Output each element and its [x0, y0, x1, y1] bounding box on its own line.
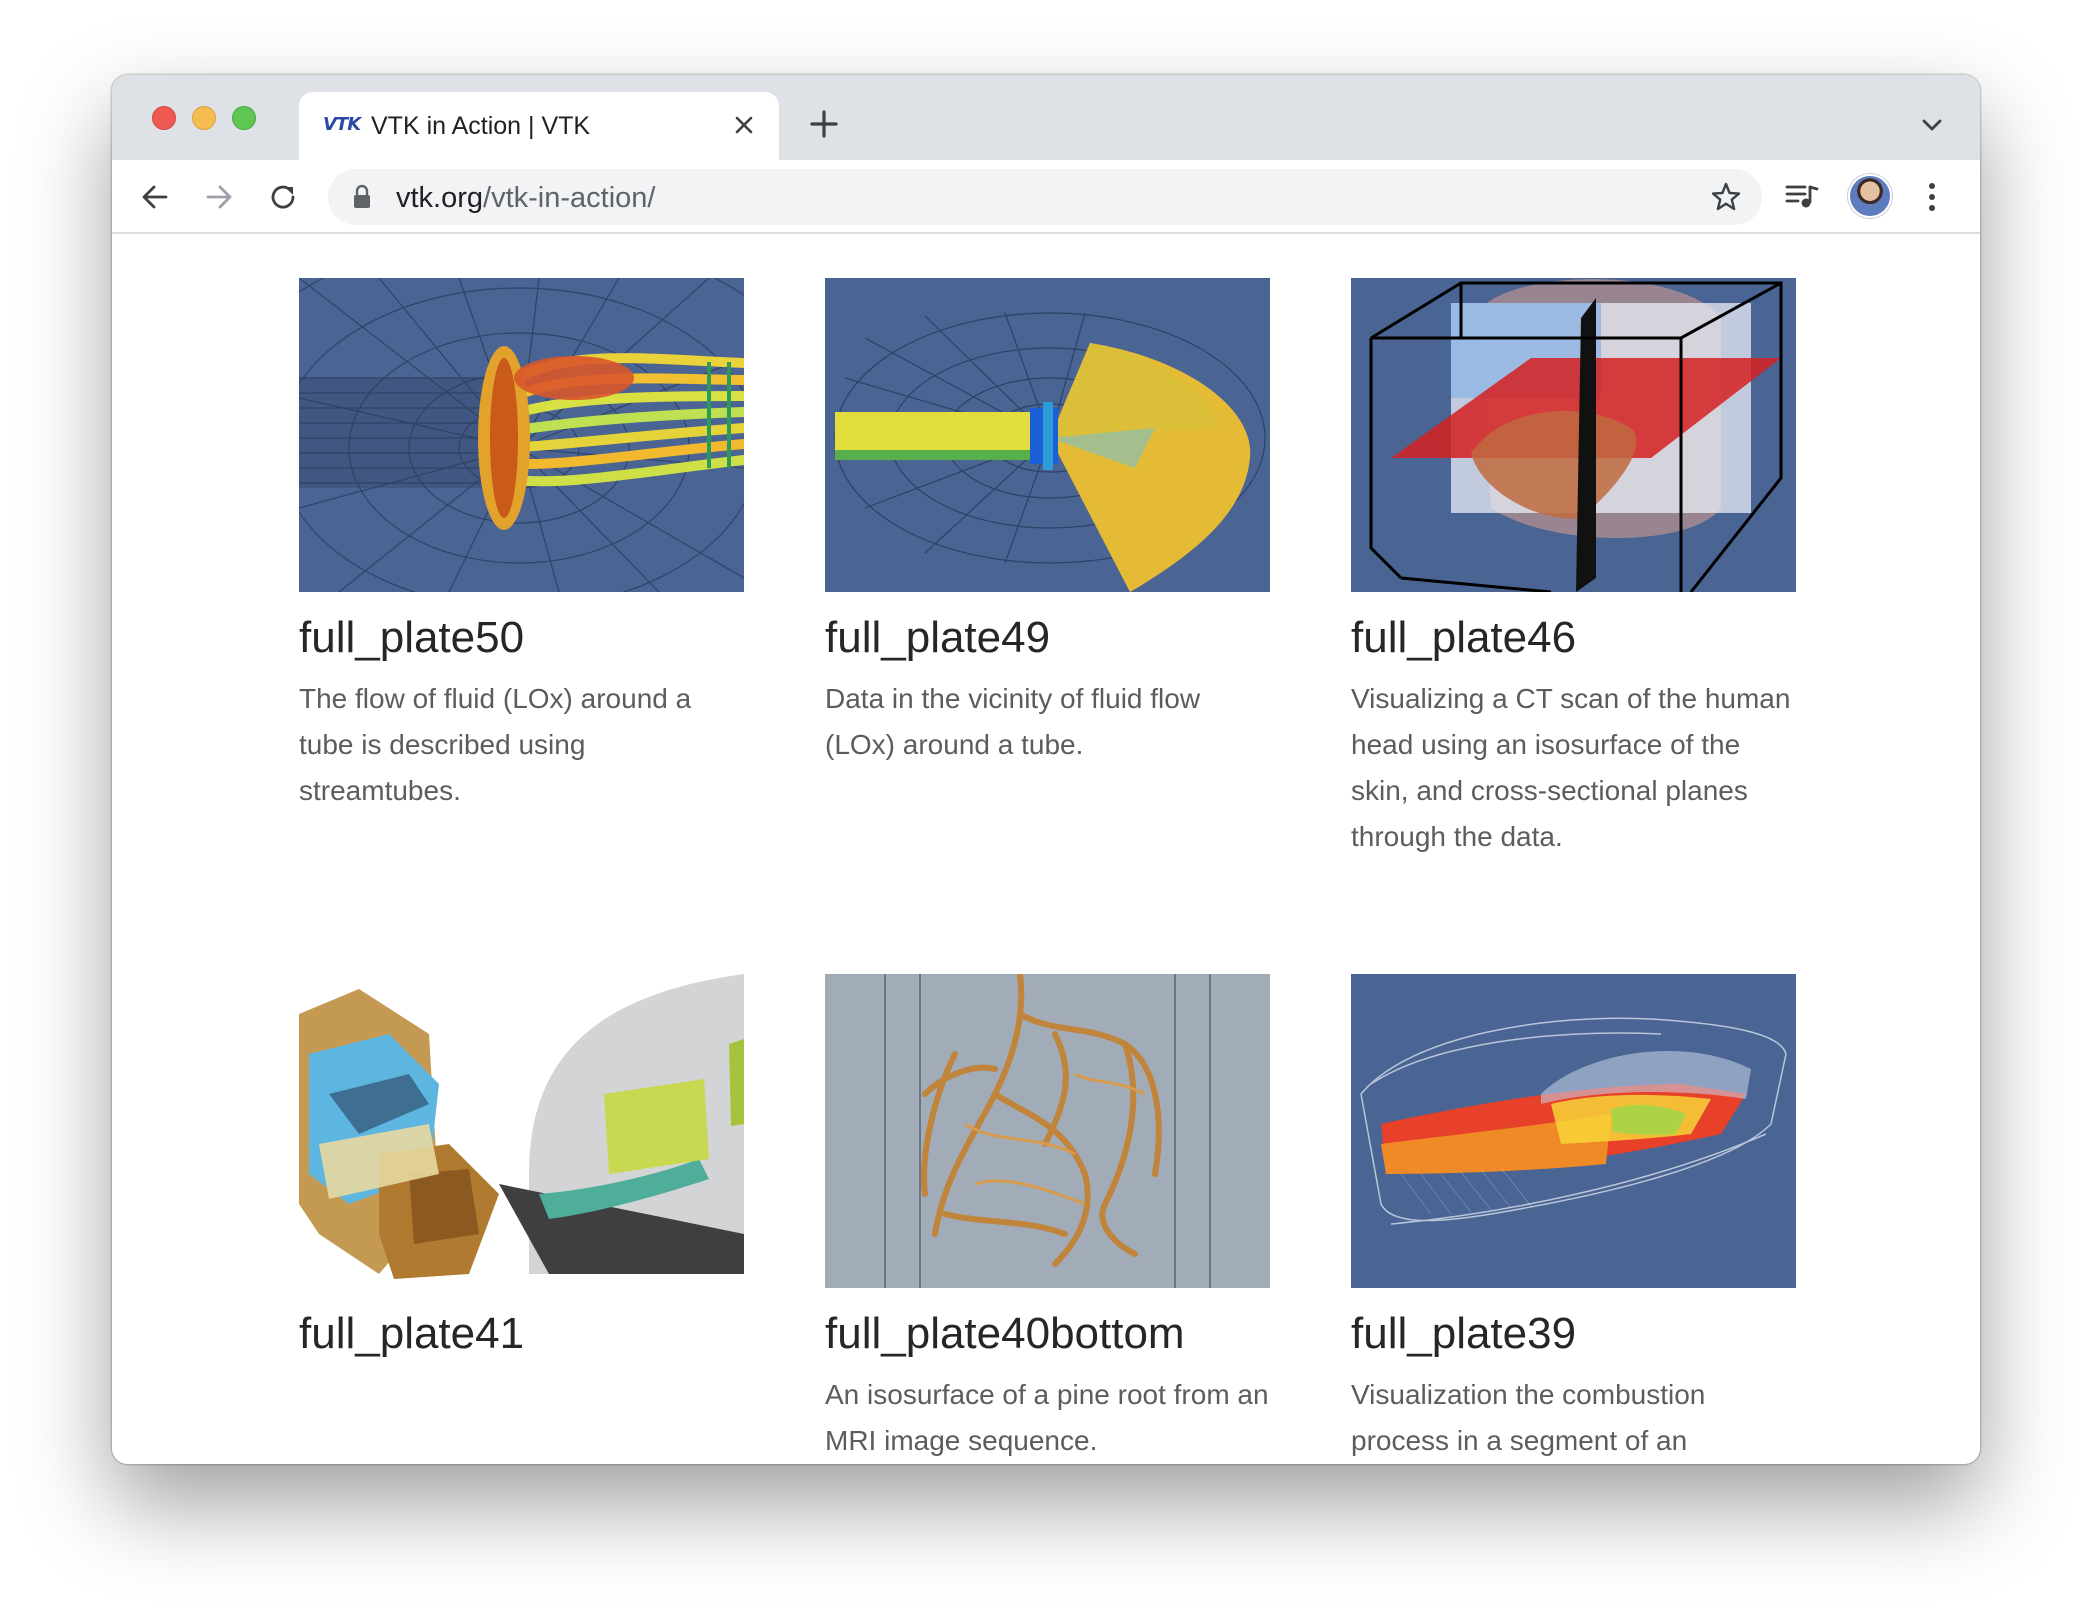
gallery-card[interactable]: full_plate39 Visualization the combustio… — [1351, 974, 1796, 1464]
thumbnail-image[interactable] — [299, 974, 744, 1288]
card-description: The flow of fluid (LOx) around a tube is… — [299, 683, 692, 806]
card-title[interactable]: full_plate50 — [299, 610, 744, 666]
arrow-left-icon[interactable] — [136, 178, 174, 216]
card-description: Visualizing a CT scan of the human head … — [1351, 683, 1791, 852]
thumbnail-image[interactable] — [1351, 974, 1796, 1288]
gallery-card[interactable]: full_plate41 — [299, 974, 744, 1372]
chevron-down-icon[interactable] — [1918, 113, 1946, 137]
page-content: full_plate50 The flow of fluid (LOx) aro… — [112, 234, 1980, 1464]
address-bar[interactable]: vtk.org/vtk-in-action/ — [328, 169, 1762, 225]
arrow-right-icon[interactable] — [200, 178, 238, 216]
card-title[interactable]: full_plate40bottom — [825, 1306, 1270, 1362]
minimize-window-button[interactable] — [192, 106, 216, 130]
card-title[interactable]: full_plate41 — [299, 1306, 744, 1362]
tab-strip: VTK VTK in Action | VTK — [112, 75, 1980, 160]
close-icon[interactable] — [729, 110, 759, 140]
gallery-card[interactable]: full_plate46 Visualizing a CT scan of th… — [1351, 278, 1796, 860]
tab-vtk-in-action[interactable]: VTK VTK in Action | VTK — [299, 92, 779, 160]
url-text[interactable]: vtk.org/vtk-in-action/ — [396, 182, 655, 215]
url-path: /vtk-in-action/ — [483, 182, 656, 214]
thumbnail-image[interactable] — [299, 278, 744, 592]
lock-icon[interactable] — [352, 184, 372, 210]
avatar[interactable] — [1848, 174, 1892, 218]
thumbnail-image[interactable] — [825, 974, 1270, 1288]
card-title[interactable]: full_plate49 — [825, 610, 1270, 666]
kebab-menu-icon[interactable] — [1924, 180, 1940, 214]
media-queue-icon[interactable] — [1784, 180, 1820, 212]
card-description: Visualization the combustion process in … — [1351, 1379, 1706, 1456]
browser-toolbar: vtk.org/vtk-in-action/ — [112, 160, 1980, 234]
card-title[interactable]: full_plate39 — [1351, 1306, 1796, 1362]
card-title[interactable]: full_plate46 — [1351, 610, 1796, 666]
card-description: An isosurface of a pine root from an MRI… — [825, 1379, 1269, 1456]
browser-window: VTK VTK in Action | VTK vtk.org/vtk-in-a… — [112, 75, 1980, 1464]
close-window-button[interactable] — [152, 106, 176, 130]
vtk-favicon-icon: VTK — [323, 114, 361, 135]
zoom-window-button[interactable] — [232, 106, 256, 130]
url-host: vtk.org — [396, 182, 484, 214]
star-icon[interactable] — [1710, 181, 1742, 213]
gallery-card[interactable]: full_plate40bottom An isosurface of a pi… — [825, 974, 1270, 1464]
plus-icon[interactable] — [807, 107, 841, 141]
gallery-card[interactable]: full_plate49 Data in the vicinity of flu… — [825, 278, 1270, 768]
gallery-card[interactable]: full_plate50 The flow of fluid (LOx) aro… — [299, 278, 744, 814]
thumbnail-image[interactable] — [1351, 278, 1796, 592]
thumbnail-image[interactable] — [825, 278, 1270, 592]
reload-icon[interactable] — [264, 178, 302, 216]
card-description: Data in the vicinity of fluid flow (LOx)… — [825, 683, 1201, 760]
tab-title: VTK in Action | VTK — [371, 112, 591, 140]
